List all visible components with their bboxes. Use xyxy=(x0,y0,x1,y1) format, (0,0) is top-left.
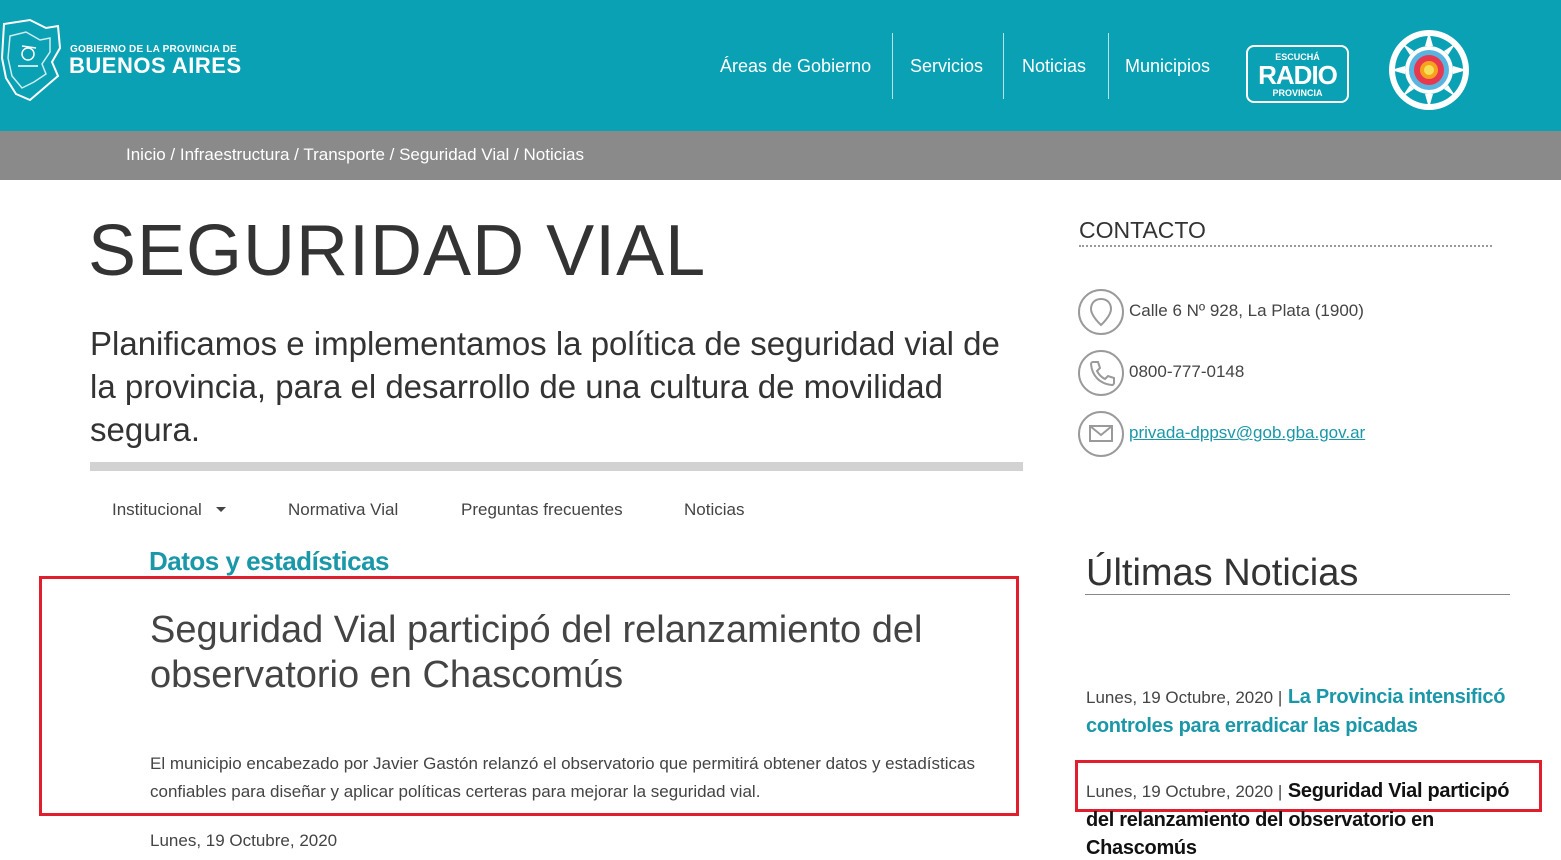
subnav-institucional-label: Institucional xyxy=(112,500,202,519)
nav-divider xyxy=(1003,33,1004,99)
article-title[interactable]: Seguridad Vial participó del relanzamien… xyxy=(150,608,980,698)
contact-heading: CONTACTO xyxy=(1079,217,1206,243)
news-date: Lunes, 19 Octubre, 2020 | xyxy=(1086,782,1283,801)
contact-divider xyxy=(1079,245,1492,247)
phone-icon xyxy=(1078,350,1124,396)
divider xyxy=(90,462,1023,471)
news-item: Lunes, 19 Octubre, 2020 | Seguridad Vial… xyxy=(1086,777,1526,860)
latest-news-divider xyxy=(1085,594,1510,595)
contact-phone: 0800-777-0148 xyxy=(1129,362,1245,381)
article-date: Lunes, 19 Octubre, 2020 xyxy=(150,831,338,850)
section-title: Datos y estadísticas xyxy=(149,546,390,576)
latest-news-heading: Últimas Noticias xyxy=(1086,552,1359,594)
radio-provincia-button[interactable]: ESCUCHÁ RADIO PROVINCIA xyxy=(1246,45,1349,103)
province-map-logo-icon[interactable] xyxy=(0,18,62,104)
mail-icon xyxy=(1078,411,1124,457)
article-summary: El municipio encabezado por Javier Gastó… xyxy=(150,754,975,801)
nav-divider xyxy=(892,33,893,99)
location-pin-icon xyxy=(1078,289,1124,335)
page-title: SEGURIDAD VIAL xyxy=(88,211,707,291)
caret-down-icon xyxy=(215,507,226,512)
subnav-normativa-vial[interactable]: Normativa Vial xyxy=(288,500,398,520)
breadcrumb[interactable]: Inicio / Infraestructura / Transporte / … xyxy=(126,145,584,165)
subnav-institucional[interactable]: Institucional xyxy=(112,500,226,520)
nav-municipios[interactable]: Municipios xyxy=(1125,33,1210,99)
nav-areas-de-gobierno[interactable]: Áreas de Gobierno xyxy=(720,33,871,99)
nav-divider xyxy=(1108,33,1109,99)
page-lead: Planificamos e implementamos la política… xyxy=(90,325,1000,448)
radio-mid-label: RADIO xyxy=(1258,60,1338,90)
news-date: Lunes, 19 Octubre, 2020 | xyxy=(1086,688,1283,707)
logo-title[interactable]: BUENOS AIRES xyxy=(69,53,242,79)
contact-email-link[interactable]: privada-dppsv@gob.gba.gov.ar xyxy=(1129,423,1365,443)
nav-servicios[interactable]: Servicios xyxy=(910,33,983,99)
sun-emblem-icon xyxy=(1389,30,1469,110)
news-item: Lunes, 19 Octubre, 2020 | La Provincia i… xyxy=(1086,683,1526,740)
nav-noticias[interactable]: Noticias xyxy=(1022,33,1086,99)
contact-address: Calle 6 Nº 928, La Plata (1900) xyxy=(1129,301,1364,320)
subnav-noticias[interactable]: Noticias xyxy=(684,500,744,520)
subnav-preguntas-frecuentes[interactable]: Preguntas frecuentes xyxy=(461,500,623,520)
